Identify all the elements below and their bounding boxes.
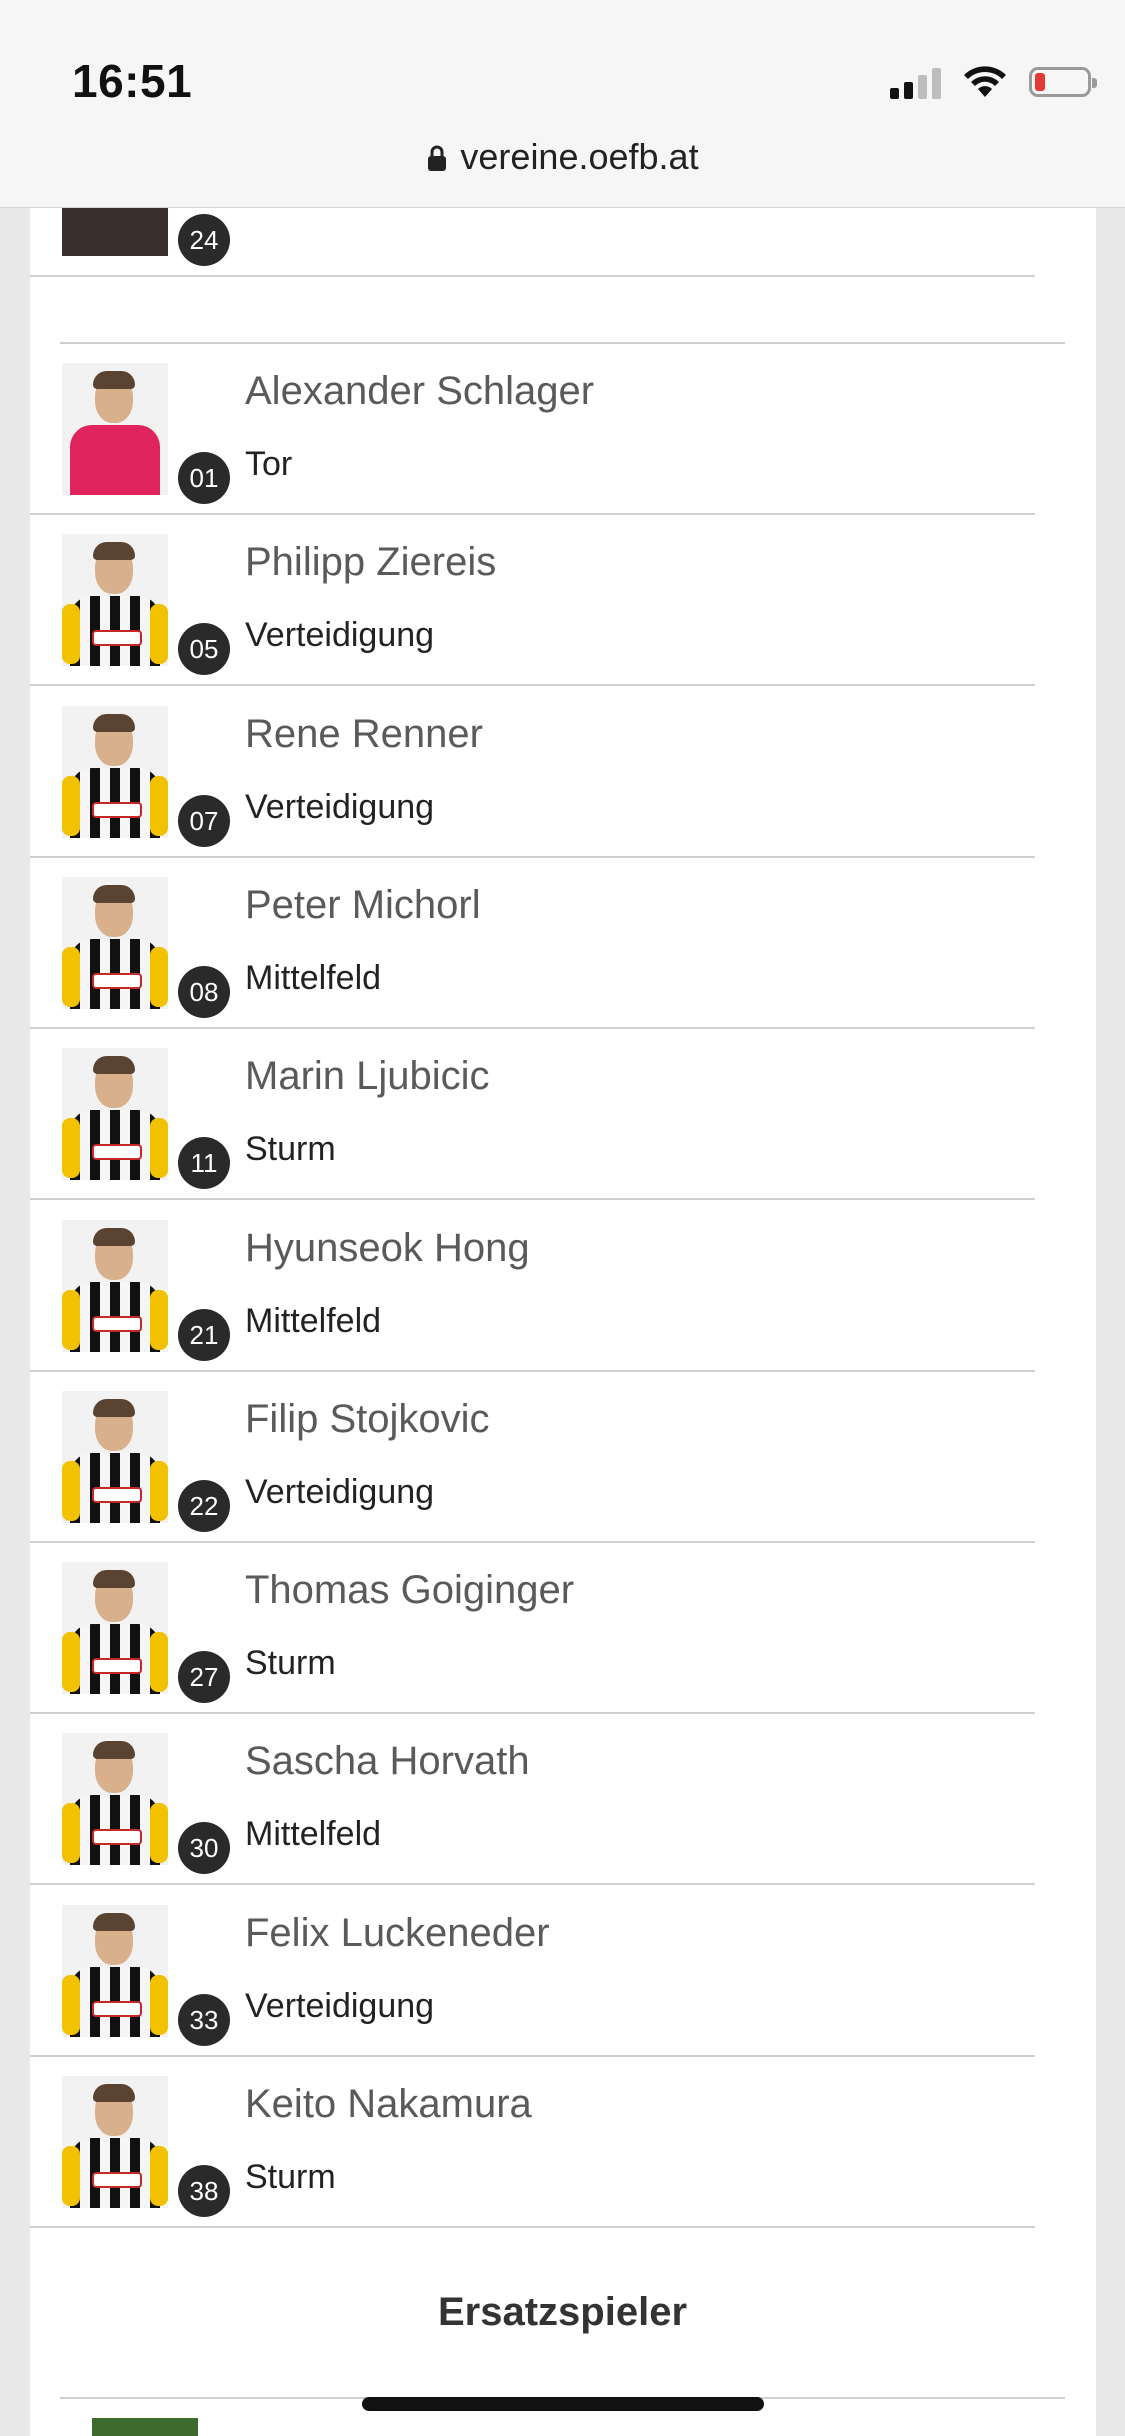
player-photo (62, 534, 168, 666)
player-position: Sturm (245, 1130, 336, 1168)
number-badge: 38 (178, 2165, 230, 2217)
player-row[interactable]: 07 Rene Renner Verteidigung (30, 688, 1035, 858)
number-badge: 08 (178, 966, 230, 1018)
number-badge: 22 (178, 1480, 230, 1532)
player-photo (62, 1562, 168, 1694)
player-photo (62, 1220, 168, 1352)
player-position: Sturm (245, 1644, 336, 1682)
player-name[interactable]: Sascha Horvath (245, 1739, 530, 1784)
player-position: Sturm (245, 2158, 336, 2196)
number-badge: 21 (178, 1309, 230, 1361)
battery-icon (1029, 67, 1097, 97)
player-row[interactable]: 08 Peter Michorl Mittelfeld (30, 859, 1035, 1029)
signal-icon (890, 65, 941, 99)
player-row[interactable]: 21 Hyunseok Hong Mittelfeld (30, 1202, 1035, 1372)
status-time: 16:51 (72, 55, 193, 107)
divider (60, 342, 1065, 344)
player-row[interactable]: 27 Thomas Goiginger Sturm (30, 1544, 1035, 1714)
number-badge: 33 (178, 1994, 230, 2046)
number-badge: 01 (178, 452, 230, 504)
number-badge: 27 (178, 1651, 230, 1703)
status-icons (890, 60, 1097, 104)
player-name[interactable]: Thomas Goiginger (245, 1568, 574, 1613)
player-row[interactable]: 05 Philipp Ziereis Verteidigung (30, 516, 1035, 686)
player-photo-partial (92, 2418, 198, 2436)
player-photo (62, 1391, 168, 1523)
player-position: Mittelfeld (245, 1302, 382, 1340)
player-position: Verteidigung (245, 616, 435, 654)
section-title-ersatzspieler: Ersatzspieler (437, 2290, 688, 2334)
player-position: Verteidigung (245, 788, 435, 826)
home-indicator (362, 2397, 764, 2411)
wifi-icon (964, 66, 1006, 97)
player-photo (62, 1048, 168, 1180)
player-name[interactable]: Alexander Schlager (245, 369, 594, 414)
player-name[interactable]: Filip Stojkovic (245, 1397, 490, 1442)
player-row[interactable]: 22 Filip Stojkovic Verteidigung (30, 1373, 1035, 1543)
number-badge: 05 (178, 623, 230, 675)
number-badge: 11 (178, 1137, 230, 1189)
player-position: Verteidigung (245, 1987, 435, 2025)
player-photo (62, 2076, 168, 2208)
player-position: Verteidigung (245, 1473, 435, 1511)
player-name[interactable]: Marin Ljubicic (245, 1054, 490, 1099)
player-position: Tor (245, 445, 293, 483)
player-name[interactable]: Philipp Ziereis (245, 540, 496, 585)
number-badge: 07 (178, 795, 230, 847)
number-badge: 30 (178, 1822, 230, 1874)
player-row[interactable]: 01 Alexander Schlager Tor (30, 345, 1035, 515)
player-photo (62, 1733, 168, 1865)
url-text: vereine.oefb.at (460, 136, 699, 177)
player-row[interactable]: 11 Marin Ljubicic Sturm (30, 1030, 1035, 1200)
player-photo (62, 706, 168, 838)
browser-top-bar: 16:51 vereine.oefb.at (0, 0, 1125, 208)
address-bar[interactable]: vereine.oefb.at (0, 136, 1125, 178)
player-photo (62, 1905, 168, 2037)
player-photo (62, 363, 168, 495)
lock-icon (428, 145, 447, 171)
player-row[interactable]: 30 Sascha Horvath Mittelfeld (30, 1715, 1035, 1885)
player-photo (62, 877, 168, 1009)
player-position: Mittelfeld (245, 1815, 382, 1853)
player-position: Mittelfeld (245, 959, 382, 997)
player-row[interactable]: 38 Keito Nakamura Sturm (30, 2058, 1035, 2228)
player-name[interactable]: Hyunseok Hong (245, 1226, 530, 1271)
player-name[interactable]: Peter Michorl (245, 883, 481, 928)
player-row[interactable]: 33 Felix Luckeneder Verteidigung (30, 1887, 1035, 2057)
number-badge: 24 (178, 214, 230, 266)
player-name[interactable]: Rene Renner (245, 712, 483, 757)
player-name[interactable]: Felix Luckeneder (245, 1911, 550, 1956)
player-name[interactable]: Keito Nakamura (245, 2082, 532, 2127)
